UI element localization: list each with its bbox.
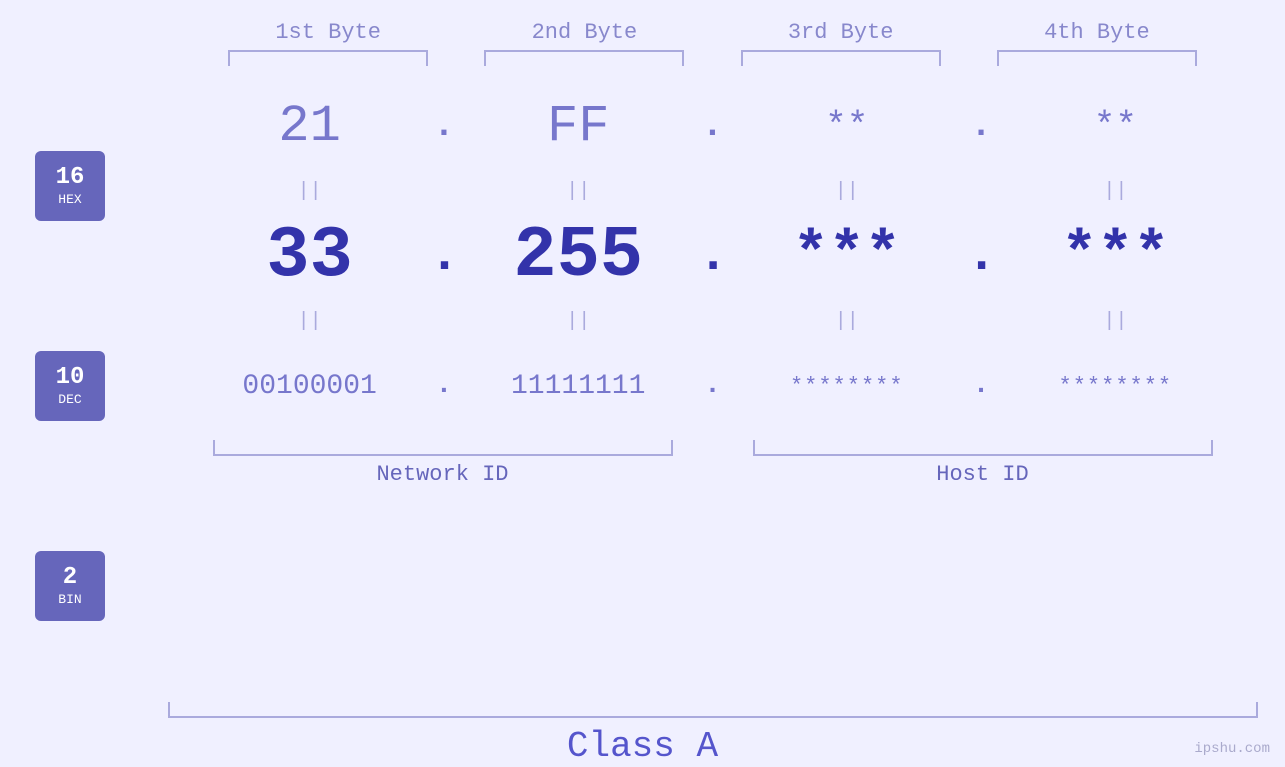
bracket-top-1: [228, 50, 428, 66]
network-bracket: [213, 440, 673, 456]
mid-spacer: [698, 440, 728, 487]
full-bottom-bracket: [168, 702, 1258, 718]
eq2-b3: ||: [747, 310, 947, 333]
dec-dot1: .: [429, 230, 459, 282]
hex-dot1: .: [429, 108, 459, 144]
dec-b3: ***: [747, 222, 947, 290]
bottom-brackets-row: Network ID Host ID: [140, 440, 1285, 487]
rows-area: 16 HEX 10 DEC 2 BIN 21 . FF . ** . **: [0, 76, 1285, 696]
bin-dot1: .: [429, 372, 459, 400]
dec-dot2: .: [697, 230, 727, 282]
eq1-b4: ||: [1015, 180, 1215, 203]
host-bracket-area: Host ID: [753, 440, 1213, 487]
hex-row: 21 . FF . ** . **: [140, 76, 1285, 176]
eq1-b3: ||: [747, 180, 947, 203]
badges-column: 16 HEX 10 DEC 2 BIN: [0, 76, 140, 696]
main-container: 1st Byte 2nd Byte 3rd Byte 4th Byte 16 H…: [0, 0, 1285, 767]
bracket-top-3: [741, 50, 941, 66]
eq1-b2: ||: [478, 180, 678, 203]
bin-b4: ********: [1015, 374, 1215, 399]
byte2-label: 2nd Byte: [484, 20, 684, 45]
hex-b3: **: [747, 106, 947, 147]
bin-badge-num: 2: [63, 565, 77, 591]
bin-badge-label: BIN: [58, 592, 81, 607]
bin-b3: ********: [747, 374, 947, 399]
hex-dot2: .: [697, 108, 727, 144]
dec-b2: 255: [478, 215, 678, 297]
dec-badge: 10 DEC: [35, 351, 105, 421]
byte4-label: 4th Byte: [997, 20, 1197, 45]
byte3-label: 3rd Byte: [741, 20, 941, 45]
bracket-top-4: [997, 50, 1197, 66]
bin-b1: 00100001: [210, 371, 410, 402]
bin-dot3: .: [966, 372, 996, 400]
dec-b1: 33: [210, 215, 410, 297]
byte-labels-row: 1st Byte 2nd Byte 3rd Byte 4th Byte: [140, 20, 1285, 45]
top-brackets-row: [140, 50, 1285, 66]
dec-row: 33 . 255 . *** . ***: [140, 206, 1285, 306]
eq1-b1: ||: [210, 180, 410, 203]
dec-badge-num: 10: [56, 365, 85, 391]
hex-badge-label: HEX: [58, 192, 81, 207]
data-area: 21 . FF . ** . ** || || || || 33: [140, 76, 1285, 696]
bin-b2: 11111111: [478, 371, 678, 402]
network-bracket-area: Network ID: [213, 440, 673, 487]
equals-row-1: || || || ||: [140, 176, 1285, 206]
eq2-b2: ||: [478, 310, 678, 333]
bin-row: 00100001 . 11111111 . ******** . *******…: [140, 336, 1285, 436]
dec-dot3: .: [966, 230, 996, 282]
equals-row-2: || || || ||: [140, 306, 1285, 336]
bin-badge: 2 BIN: [35, 551, 105, 621]
eq2-b4: ||: [1015, 310, 1215, 333]
hex-b4: **: [1015, 106, 1215, 147]
hex-badge: 16 HEX: [35, 151, 105, 221]
hex-badge-num: 16: [56, 165, 85, 191]
hex-dot3: .: [966, 108, 996, 144]
host-bracket: [753, 440, 1213, 456]
watermark: ipshu.com: [1194, 741, 1270, 757]
bin-dot2: .: [697, 372, 727, 400]
dec-b4: ***: [1015, 222, 1215, 290]
bracket-top-2: [484, 50, 684, 66]
host-id-label: Host ID: [936, 462, 1028, 487]
dec-badge-label: DEC: [58, 392, 81, 407]
hex-b1: 21: [210, 97, 410, 156]
class-label: Class A: [567, 726, 718, 767]
hex-b2: FF: [478, 97, 678, 156]
network-id-label: Network ID: [376, 462, 508, 487]
eq2-b1: ||: [210, 310, 410, 333]
byte1-label: 1st Byte: [228, 20, 428, 45]
